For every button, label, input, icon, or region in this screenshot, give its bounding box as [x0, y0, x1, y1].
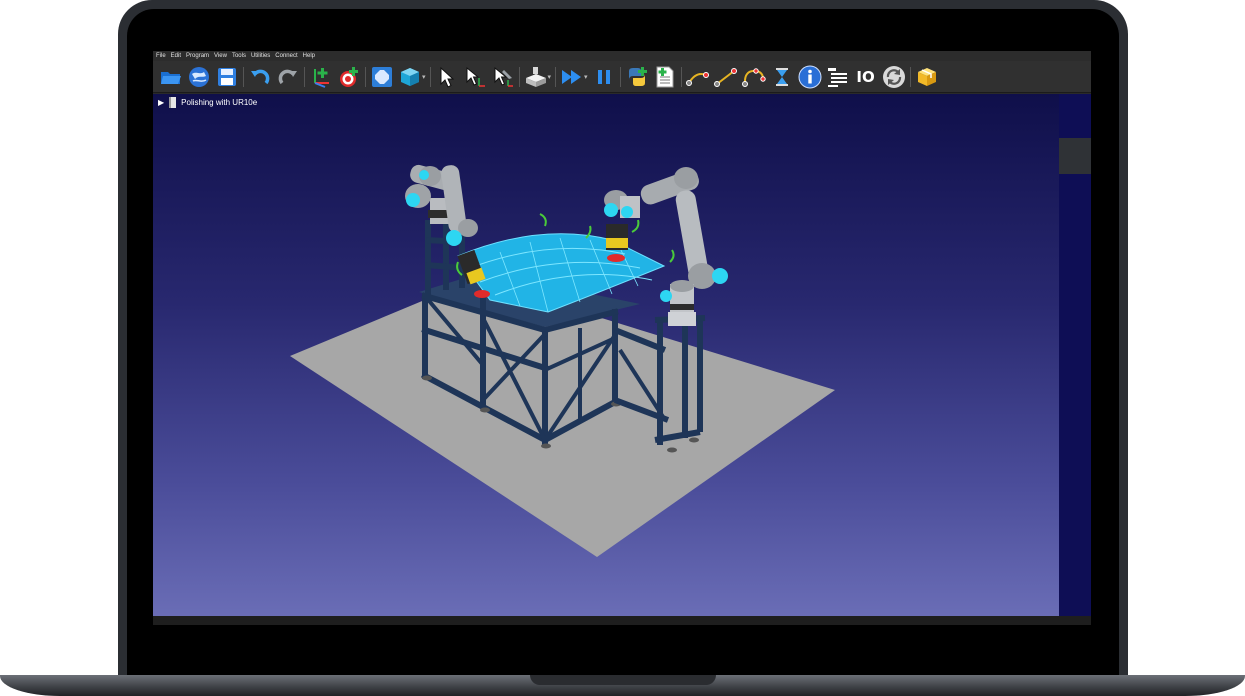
app-window: File Edit Program View Tools Utilities C…: [153, 51, 1091, 625]
toolbar-separator: [555, 66, 557, 87]
move-tool-icon[interactable]: [491, 65, 515, 89]
3d-viewport[interactable]: ▶ Polishing with UR10e: [153, 94, 1059, 616]
package-icon[interactable]: [915, 65, 939, 89]
save-icon[interactable]: [215, 65, 239, 89]
main-toolbar: ▾ ▾ ▾ IO: [153, 61, 1091, 93]
add-program-icon[interactable]: [653, 65, 677, 89]
collision-check-icon[interactable]: [524, 65, 548, 89]
chevron-down-icon[interactable]: ▾: [584, 73, 588, 81]
sync-icon[interactable]: [882, 65, 906, 89]
laptop-notch: [530, 675, 716, 685]
fit-all-icon[interactable]: [370, 65, 394, 89]
redo-icon[interactable]: [276, 65, 300, 89]
menu-edit[interactable]: Edit: [171, 51, 181, 61]
pause-hourglass-icon[interactable]: [770, 65, 794, 89]
panel-header: [1059, 138, 1091, 174]
move-joint-instruction-icon[interactable]: [685, 65, 710, 89]
menu-view[interactable]: View: [214, 51, 227, 61]
menu-program[interactable]: Program: [186, 51, 209, 61]
menu-bar: File Edit Program View Tools Utilities C…: [153, 51, 1091, 61]
io-label: IO: [856, 67, 875, 86]
pause-icon[interactable]: [592, 65, 616, 89]
menu-tools[interactable]: Tools: [232, 51, 246, 61]
toolbar-separator: [304, 66, 305, 87]
add-python-program-icon[interactable]: [625, 65, 649, 89]
move-reference-icon[interactable]: [463, 65, 487, 89]
menu-help[interactable]: Help: [303, 51, 315, 61]
chevron-down-icon[interactable]: ▾: [422, 73, 426, 81]
move-circular-instruction-icon[interactable]: [741, 65, 766, 89]
laptop-mockup: File Edit Program View Tools Utilities C…: [0, 0, 1245, 696]
move-linear-instruction-icon[interactable]: [713, 65, 738, 89]
menu-connect[interactable]: Connect: [275, 51, 297, 61]
toolbar-separator: [619, 66, 621, 87]
fast-simulation-icon[interactable]: [560, 65, 584, 89]
toolbar-separator: [518, 66, 520, 87]
undo-icon[interactable]: [248, 65, 272, 89]
program-call-icon[interactable]: [826, 65, 850, 89]
chevron-down-icon[interactable]: ▾: [548, 73, 552, 81]
robot-cell-scene: [290, 164, 835, 557]
toolbar-separator: [365, 66, 366, 87]
open-station-icon[interactable]: [159, 65, 183, 89]
add-target-icon[interactable]: [337, 65, 361, 89]
menu-file[interactable]: File: [156, 51, 166, 61]
toolbar-separator: [909, 66, 911, 87]
info-icon[interactable]: [798, 65, 822, 89]
library-globe-icon[interactable]: [187, 65, 211, 89]
status-bar: [153, 616, 1091, 625]
view-cube-icon[interactable]: [398, 65, 422, 89]
select-pointer-icon[interactable]: [435, 65, 459, 89]
toolbar-separator: [243, 66, 244, 87]
add-reference-frame-icon[interactable]: [309, 65, 333, 89]
toolbar-separator: [429, 66, 431, 87]
io-icon[interactable]: IO: [854, 65, 878, 89]
right-side-panel: [1059, 94, 1091, 616]
right-ur10e-robot: [660, 190, 728, 326]
menu-utilities[interactable]: Utilities: [251, 51, 270, 61]
toolbar-separator: [680, 66, 682, 87]
